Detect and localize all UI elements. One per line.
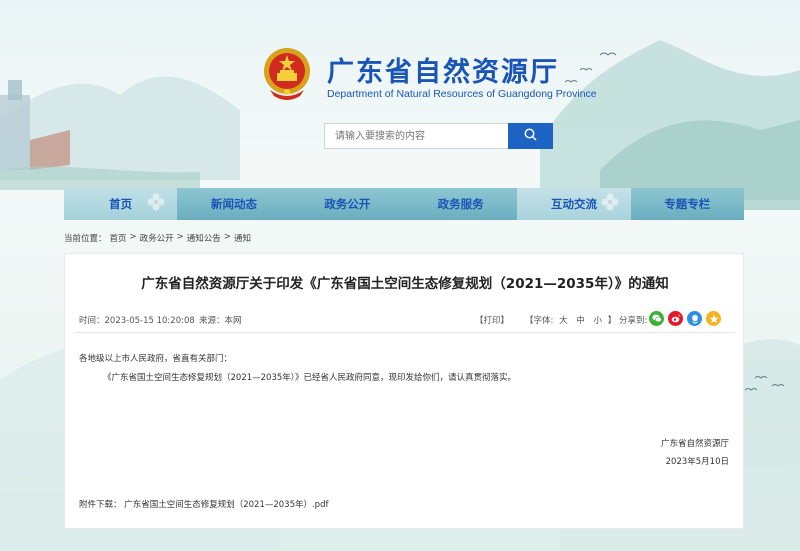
- nav-interaction-label: 互动交流: [550, 197, 597, 211]
- font-size-large[interactable]: 大: [559, 316, 568, 326]
- article-signature: 广东省自然资源厅: [660, 439, 729, 449]
- article-greeting: 各地级以上市人民政府，省直有关部门：: [79, 354, 233, 364]
- share-icons: [649, 311, 721, 326]
- breadcrumb-announcements[interactable]: 通知公告: [187, 232, 221, 244]
- share-label: 分享到:: [619, 316, 648, 326]
- flower-decoration-icon: [599, 191, 621, 216]
- nav-special-topics[interactable]: 专题专栏: [631, 188, 744, 220]
- article-panel: 广东省自然资源厅关于印发《广东省国土空间生态修复规划（2021—2035年）》的…: [64, 253, 744, 529]
- breadcrumb-notice[interactable]: 通知: [234, 232, 251, 244]
- publish-time: 时间：2023-05-15 10:20:08: [79, 316, 195, 326]
- breadcrumb-separator: >: [176, 232, 184, 242]
- breadcrumb-separator: >: [223, 232, 231, 242]
- print-button[interactable]: 【打印】: [475, 314, 509, 326]
- article-date: 2023年5月10日: [665, 457, 729, 467]
- nav-gov-affairs[interactable]: 政务公开: [291, 188, 404, 220]
- main-nav: 首页 新闻动态 政务公开 政务服务 互动交流 专题专栏: [64, 188, 744, 220]
- national-emblem-icon: [262, 46, 312, 102]
- meta-divider: [75, 332, 735, 333]
- breadcrumb-prefix: 当前位置：: [64, 234, 107, 244]
- site-header: 广东省自然资源厅 Department of Natural Resources…: [0, 0, 800, 180]
- nav-gov-services-label: 政务服务: [437, 197, 484, 211]
- attachment: 附件下载： 广东省国土空间生态修复规划（2021—2035年）.pdf: [79, 498, 328, 510]
- qzone-icon[interactable]: [706, 311, 721, 326]
- weibo-icon[interactable]: [668, 311, 683, 326]
- site-subtitle: Department of Natural Resources of Guang…: [327, 88, 597, 100]
- font-size-small[interactable]: 小: [594, 316, 603, 326]
- article-source: 来源：本网: [199, 316, 242, 326]
- breadcrumb-gov-affairs[interactable]: 政务公开: [140, 232, 174, 244]
- wechat-icon[interactable]: [649, 311, 664, 326]
- breadcrumb: 当前位置： 首页 > 政务公开 > 通知公告 > 通知: [64, 232, 251, 244]
- font-size-label: 【字体:: [525, 316, 554, 326]
- font-size-close: 】: [607, 316, 617, 326]
- nav-special-topics-label: 专题专栏: [664, 197, 711, 211]
- font-size-control: 【字体: 大 中 小 】: [525, 314, 616, 326]
- nav-home-label: 首页: [109, 197, 133, 211]
- font-size-medium[interactable]: 中: [576, 316, 585, 326]
- breadcrumb-separator: >: [129, 232, 137, 242]
- attachment-label: 附件下载：: [79, 500, 122, 510]
- breadcrumb-home[interactable]: 首页: [110, 232, 127, 244]
- nav-gov-services[interactable]: 政务服务: [404, 188, 517, 220]
- nav-interaction[interactable]: 互动交流: [517, 188, 631, 220]
- nav-news[interactable]: 新闻动态: [177, 188, 290, 220]
- site-title: 广东省自然资源厅: [327, 57, 559, 88]
- flower-decoration-icon: [145, 191, 167, 216]
- article-title: 广东省自然资源厅关于印发《广东省国土空间生态修复规划（2021—2035年）》的…: [141, 276, 669, 292]
- article-content: 《广东省国土空间生态修复规划（2021—2035年）》已经省人民政府同意，现印发…: [103, 373, 517, 383]
- qq-icon[interactable]: [687, 311, 702, 326]
- search-button[interactable]: [508, 123, 553, 149]
- search-icon: [524, 128, 537, 144]
- search-input[interactable]: [324, 123, 508, 149]
- nav-news-label: 新闻动态: [210, 197, 257, 211]
- attachment-link[interactable]: 广东省国土空间生态修复规划（2021—2035年）.pdf: [124, 500, 328, 510]
- nav-home[interactable]: 首页: [64, 188, 178, 220]
- nav-gov-affairs-label: 政务公开: [324, 197, 371, 211]
